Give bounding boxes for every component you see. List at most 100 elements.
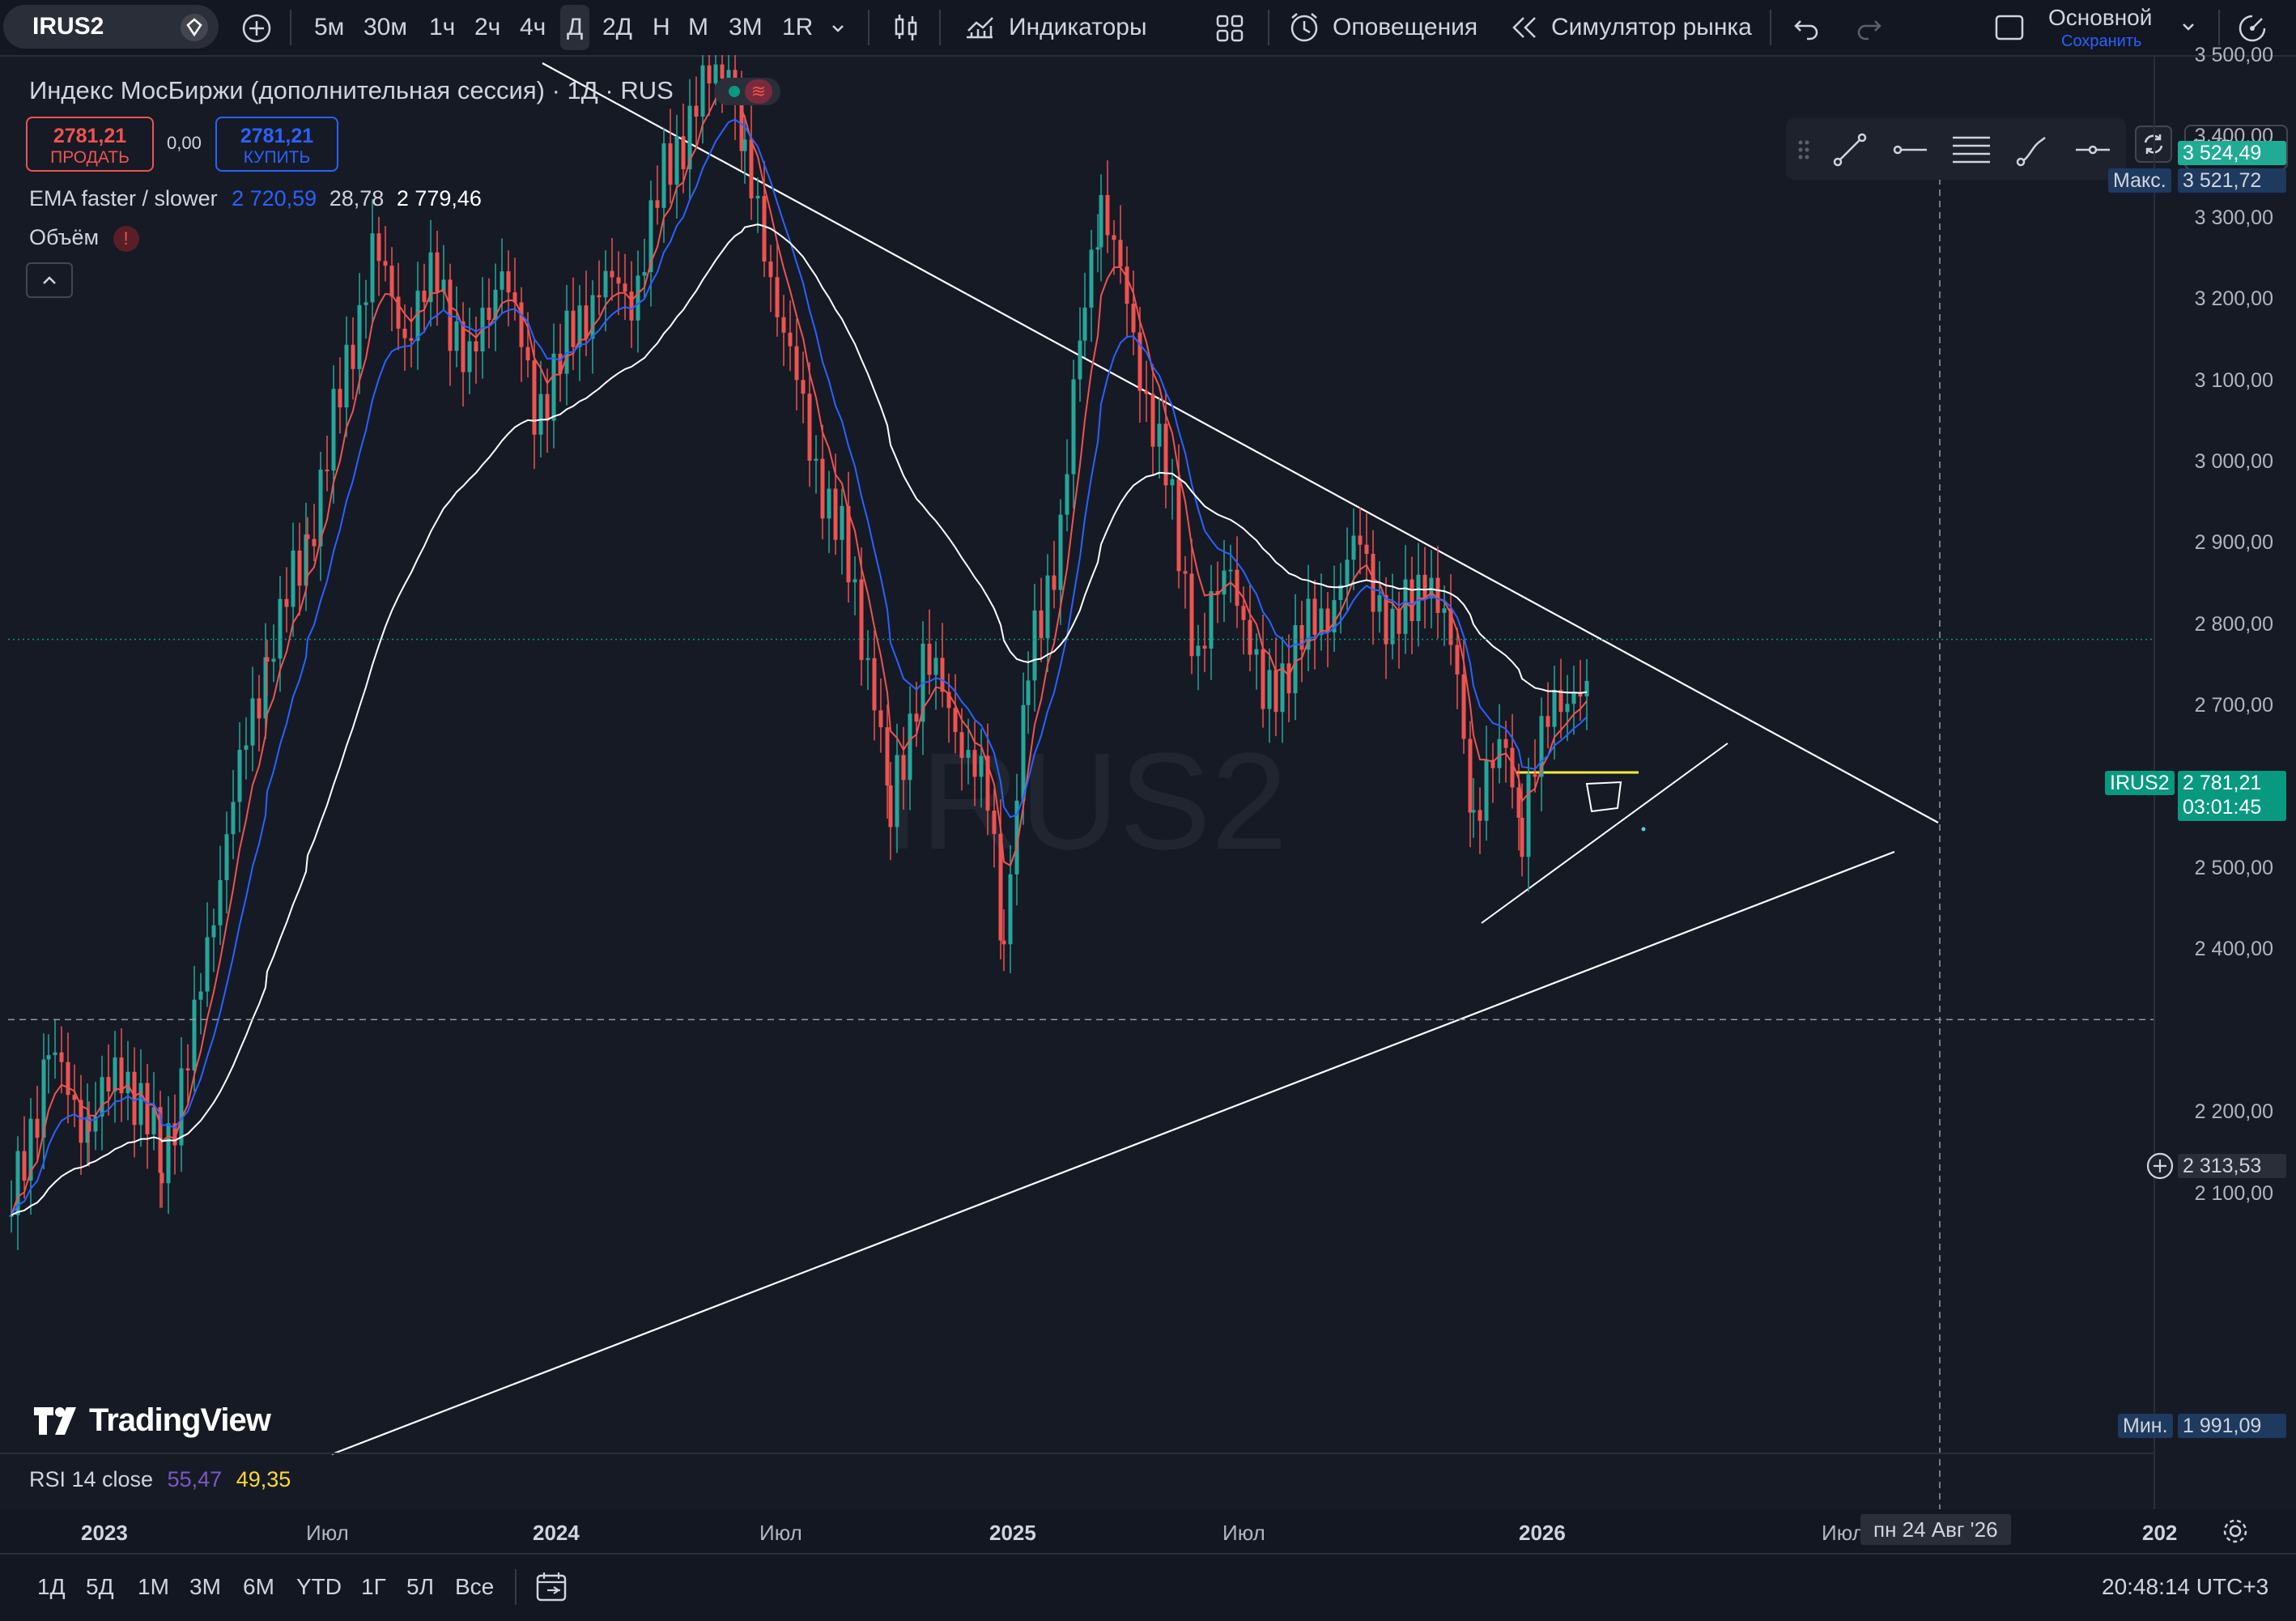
templates-grid-icon[interactable] [1214, 13, 1245, 44]
candle-body [1228, 569, 1233, 572]
redo-icon[interactable] [1854, 15, 1883, 40]
interval-2d[interactable]: 2Д [602, 0, 632, 55]
clock-timezone[interactable]: 20:48:14 UTC+3 [2102, 1574, 2268, 1600]
symbol-name: IRUS2 [32, 13, 104, 40]
interval-4h[interactable]: 4ч [520, 0, 546, 55]
interval-day[interactable]: Д [560, 5, 590, 50]
interval-30m[interactable]: 30м [364, 0, 407, 55]
candle-body [1552, 689, 1557, 727]
candle-body [244, 745, 249, 751]
symbol-search[interactable]: IRUS2 [3, 5, 219, 49]
rsi-pane-divider[interactable] [0, 1453, 2154, 1454]
interval-1h[interactable]: 1ч [429, 0, 455, 55]
market-status-badge[interactable]: ≋ [714, 78, 780, 105]
candle-body [564, 310, 569, 374]
interval-5m[interactable]: 5м [314, 0, 344, 55]
range-5d[interactable]: 5Д [86, 1574, 114, 1600]
chevron-down-icon[interactable] [2179, 18, 2197, 36]
candle-body [525, 347, 530, 361]
ema-slow-line [11, 118, 1588, 1216]
time-tick: 2024 [533, 1521, 580, 1545]
candle-body [597, 295, 602, 298]
parallel-channel-icon[interactable] [1951, 131, 1992, 168]
candle-body [185, 1068, 190, 1071]
fullscreen-checkbox-icon[interactable] [1993, 13, 2026, 42]
volume-label: Объём [29, 225, 100, 249]
candle-body [1358, 535, 1363, 545]
range-5y[interactable]: 5Л [406, 1574, 434, 1600]
triangle-pattern [1585, 781, 1622, 813]
candle-body [125, 1071, 130, 1094]
candle-body [1089, 249, 1094, 308]
interval-month[interactable]: М [688, 0, 708, 55]
candle-body [506, 271, 511, 293]
buy-button[interactable]: 2781,21 КУПИТЬ [215, 117, 338, 172]
volume-legend[interactable]: Объём ! [29, 225, 139, 252]
candle-body [1565, 704, 1570, 713]
layout-save[interactable]: Сохранить [2061, 31, 2141, 52]
candle-body [807, 394, 812, 461]
range-all[interactable]: Все [455, 1574, 494, 1600]
range-1d[interactable]: 1Д [37, 1574, 66, 1600]
indicators-icon[interactable] [963, 13, 996, 42]
candle-body [814, 458, 818, 461]
candle-body [642, 272, 647, 276]
candle-body [636, 275, 640, 321]
calendar-range-icon[interactable] [534, 1571, 568, 1603]
compare-add-icon[interactable] [241, 13, 272, 44]
candle-body [145, 1083, 150, 1134]
collapse-legend-button[interactable] [26, 262, 73, 298]
horizontal-line-icon[interactable] [2074, 131, 2111, 168]
chart-pane[interactable]: IRUS2 Индекс МосБиржи (дополнительная се… [0, 44, 2296, 1509]
chevron-down-icon[interactable] [829, 19, 847, 37]
candle-body [852, 579, 857, 583]
chart-title[interactable]: Индекс МосБиржи (дополнительная сессия) … [29, 76, 674, 105]
range-1y[interactable]: 1Г [361, 1574, 386, 1600]
replay-icon[interactable] [1509, 15, 1540, 40]
interval-1r[interactable]: 1R [782, 0, 813, 55]
rsi-legend[interactable]: RSI 14 close 55,47 49,35 [29, 1467, 291, 1492]
interval-week[interactable]: Н [653, 0, 670, 55]
candles-icon[interactable] [891, 11, 921, 44]
candle-body [610, 270, 614, 278]
candle-body [1222, 570, 1227, 595]
candle-body [271, 658, 276, 662]
candle-body [1261, 649, 1265, 709]
alert-clock-icon[interactable] [1287, 11, 1321, 44]
quick-search-icon[interactable] [2236, 11, 2270, 45]
candle-body [940, 657, 945, 692]
price-chart[interactable]: IRUS2 [0, 55, 2296, 1509]
candle-body [132, 1071, 137, 1125]
range-6m[interactable]: 6М [243, 1574, 274, 1600]
candle-body [1435, 577, 1440, 613]
range-3m[interactable]: 3М [189, 1574, 221, 1600]
sell-button[interactable]: 2781,21 ПРОДАТЬ [26, 117, 154, 172]
candle-body [1052, 575, 1057, 590]
range-1m[interactable]: 1М [138, 1574, 169, 1600]
pen-brush-icon[interactable] [2014, 131, 2052, 168]
candle-body [1144, 390, 1149, 394]
rsi-name: RSI 14 close [29, 1467, 154, 1491]
interval-3month[interactable]: 3М [729, 0, 763, 55]
indicators-button[interactable]: Индикаторы [1009, 0, 1147, 55]
settings-gear-icon[interactable] [2220, 1516, 2251, 1547]
candle-body [762, 195, 767, 262]
candle-body [742, 139, 747, 151]
candle-body [389, 266, 394, 297]
drag-handle-icon[interactable] [1797, 139, 1812, 160]
range-ytd[interactable]: YTD [296, 1574, 342, 1600]
tv-logo-text: TradingView [89, 1402, 271, 1438]
trend-line-icon[interactable] [1831, 131, 1869, 168]
layout-name[interactable]: Основной [2048, 3, 2152, 32]
interval-2h[interactable]: 2ч [474, 0, 500, 55]
ema-legend[interactable]: EMA faster / slower 2 720,59 28,78 2 779… [29, 186, 482, 211]
time-axis[interactable]: 2023 Июл 2024 Июл 2025 Июл 2026 Июл пн 2… [0, 1509, 2296, 1553]
candle-body [655, 200, 660, 208]
horizontal-ray-icon[interactable] [1891, 131, 1928, 168]
alerts-button[interactable]: Оповещения [1333, 0, 1478, 55]
add-alert-plus-icon[interactable] [2145, 1151, 2175, 1181]
symbol-info-icon[interactable] [178, 11, 210, 44]
undo-icon[interactable] [1792, 15, 1822, 40]
drawing-toolbar[interactable] [1786, 118, 2126, 180]
market-replay-button[interactable]: Симулятор рынка [1551, 0, 1752, 55]
